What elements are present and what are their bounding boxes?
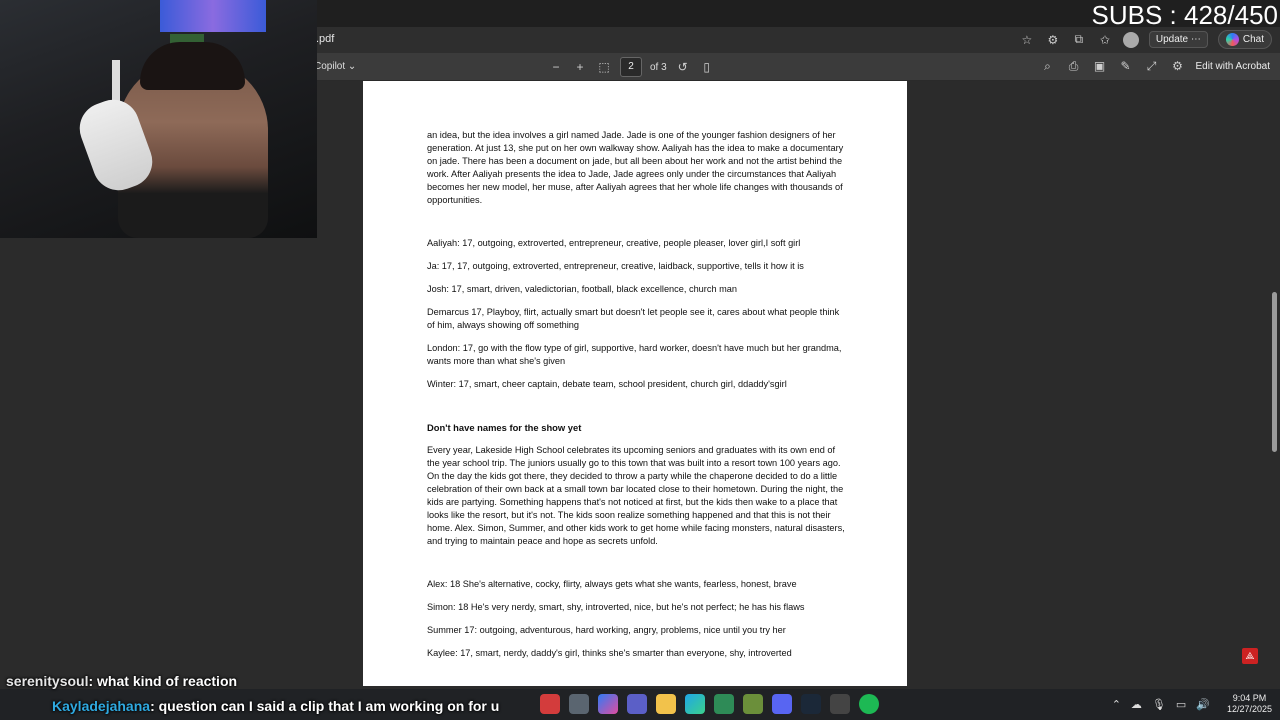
browser-toolbar-right: ☆ ⚙ ⧉ ✩ Update ⋯ Chat bbox=[1019, 30, 1272, 49]
system-tray: ⌃ ☁ 🎙 ▭ 🔊 bbox=[1112, 698, 1210, 711]
store-icon[interactable] bbox=[714, 694, 734, 714]
display-icon[interactable]: ▭ bbox=[1176, 698, 1186, 711]
page-count: of 3 bbox=[650, 61, 667, 73]
copilot-app-icon[interactable] bbox=[598, 694, 618, 714]
save-icon[interactable]: ▣ bbox=[1092, 58, 1108, 74]
character-line: Summer 17: outgoing, adventurous, hard w… bbox=[427, 625, 786, 635]
character-line: Josh: 17, smart, driven, valedictorian, … bbox=[427, 284, 737, 294]
pdf-page-controls: − + ⬚ 2 of 3 ↺ ▯ bbox=[548, 57, 715, 77]
copilot-icon bbox=[1225, 33, 1239, 46]
chat-username: Kayladejahana bbox=[52, 698, 151, 714]
chat-label: Chat bbox=[1242, 34, 1264, 45]
character-line: Simon: 18 He's very nerdy, smart, shy, i… bbox=[427, 602, 805, 612]
chat-message: serenitysoul: what kind of reaction bbox=[6, 673, 237, 689]
pdf-page: an idea, but the idea involves a girl na… bbox=[363, 81, 907, 686]
spotify-icon[interactable] bbox=[859, 694, 879, 714]
fullscreen-icon[interactable]: ⤢ bbox=[1144, 58, 1160, 74]
rotate-icon[interactable]: ↺ bbox=[675, 59, 691, 75]
taskbar-app-icon[interactable] bbox=[569, 694, 589, 714]
character-line: Demarcus 17, Playboy, flirt, actually sm… bbox=[427, 307, 840, 330]
character-line: Kaylee: 17, smart, nerdy, daddy's girl, … bbox=[427, 648, 792, 658]
favorites-icon[interactable]: ✩ bbox=[1097, 32, 1113, 48]
subs-counter: SUBS : 428/450 bbox=[1091, 0, 1278, 30]
annotate-icon[interactable]: ✎ bbox=[1118, 58, 1134, 74]
chat-message: Kayladejahana: question can I said a cli… bbox=[52, 698, 499, 714]
discord-icon[interactable] bbox=[772, 694, 792, 714]
cloud-icon[interactable]: ☁ bbox=[1131, 698, 1142, 711]
address-text[interactable]: .pdf bbox=[316, 33, 334, 45]
synopsis-paragraph: Every year, Lakeside High School celebra… bbox=[427, 445, 845, 546]
screen: .pdf ☆ ⚙ ⧉ ✩ Update ⋯ Chat Copilot ⌄ − +… bbox=[0, 0, 1280, 720]
search-icon[interactable]: ⌕ bbox=[1040, 58, 1056, 74]
settings-gear-icon[interactable]: ⚙ bbox=[1170, 58, 1186, 74]
chevron-up-icon[interactable]: ⌃ bbox=[1112, 698, 1121, 711]
character-line: Winter: 17, smart, cheer captain, debate… bbox=[427, 379, 787, 389]
character-line: Alex: 18 She's alternative, cocky, flirt… bbox=[427, 579, 797, 589]
webcam-streamer-hair bbox=[140, 42, 245, 90]
taskbar-app-icon[interactable] bbox=[540, 694, 560, 714]
page-content: an idea, but the idea involves a girl na… bbox=[427, 129, 847, 670]
taskbar-app-icon[interactable] bbox=[743, 694, 763, 714]
webcam-overlay bbox=[0, 0, 317, 238]
update-button[interactable]: Update ⋯ bbox=[1148, 31, 1208, 48]
character-line: Aaliyah: 17, outgoing, extroverted, entr… bbox=[427, 238, 801, 248]
clock[interactable]: 9:04 PM 12/27/2025 bbox=[1227, 693, 1272, 715]
profile-avatar[interactable] bbox=[1122, 31, 1139, 48]
webcam-background-monitor bbox=[160, 0, 266, 32]
clock-date: 12/27/2025 bbox=[1226, 704, 1272, 714]
zoom-in-icon[interactable]: + bbox=[572, 59, 588, 75]
character-line: London: 17, go with the flow type of gir… bbox=[427, 343, 842, 366]
microphone-icon[interactable]: 🎙 bbox=[1152, 698, 1166, 711]
edge-icon[interactable] bbox=[685, 694, 705, 714]
copilot-label: Copilot bbox=[314, 61, 346, 72]
steam-icon[interactable] bbox=[801, 694, 821, 714]
clock-time: 9:04 PM bbox=[1232, 693, 1267, 703]
pdf-toolbar-right: ⌕ ⎙ ▣ ✎ ⤢ ⚙ Edit with Acrobat bbox=[1040, 58, 1270, 74]
file-explorer-icon[interactable] bbox=[656, 694, 676, 714]
extensions-icon[interactable]: ⚙ bbox=[1045, 32, 1061, 48]
taskbar-apps bbox=[540, 694, 879, 714]
scrollbar-thumb[interactable] bbox=[1272, 292, 1277, 452]
fit-page-icon[interactable]: ⬚ bbox=[596, 59, 612, 75]
page-number-input[interactable]: 2 bbox=[620, 57, 642, 77]
page-view-icon[interactable]: ▯ bbox=[699, 59, 715, 75]
print-icon[interactable]: ⎙ bbox=[1066, 58, 1082, 74]
chat-username: serenitysoul bbox=[6, 673, 89, 689]
intro-paragraph: an idea, but the idea involves a girl na… bbox=[427, 130, 844, 205]
section-heading: Don't have names for the show yet bbox=[427, 422, 582, 433]
chat-text: : what kind of reaction bbox=[88, 673, 238, 689]
chat-text: : question can I said a clip that I am w… bbox=[150, 698, 500, 714]
zoom-out-icon[interactable]: − bbox=[548, 59, 564, 75]
update-label: Update bbox=[1155, 34, 1189, 45]
character-line: Ja: 17, 17, outgoing, extroverted, entre… bbox=[427, 261, 804, 271]
obs-icon[interactable] bbox=[830, 694, 850, 714]
teams-icon[interactable] bbox=[627, 694, 647, 714]
copilot-menu[interactable]: Copilot ⌄ bbox=[314, 61, 356, 72]
favorite-star-icon[interactable]: ☆ bbox=[1019, 32, 1035, 48]
edit-with-acrobat-button[interactable]: Edit with Acrobat bbox=[1196, 61, 1270, 72]
split-screen-icon[interactable]: ⧉ bbox=[1071, 32, 1087, 48]
copilot-chat-button[interactable]: Chat bbox=[1217, 30, 1272, 49]
volume-icon[interactable]: 🔊 bbox=[1196, 698, 1210, 711]
acrobat-icon[interactable]: ⟁ bbox=[1242, 648, 1258, 664]
